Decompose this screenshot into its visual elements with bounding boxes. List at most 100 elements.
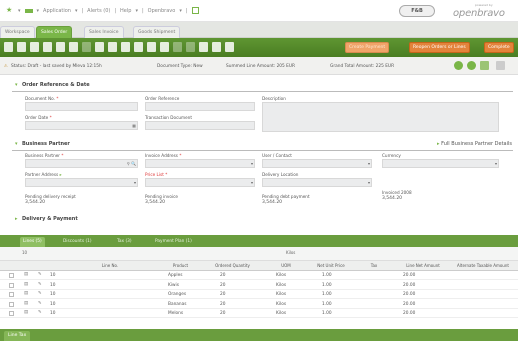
transaction-document-field[interactable]	[145, 121, 255, 130]
sum-icon[interactable]	[134, 42, 143, 52]
expand-arrow-icon[interactable]: ▸	[15, 216, 18, 222]
dropdown-icon[interactable]: ▾	[251, 161, 253, 167]
collapse-arrow-icon[interactable]: ▾	[15, 82, 18, 88]
grid-icon[interactable]	[56, 42, 65, 52]
description-field[interactable]	[262, 102, 499, 132]
col-ordered-quantity[interactable]: Ordered Quantity	[205, 263, 260, 268]
document-icon[interactable]: ▤	[24, 301, 28, 306]
powered-by-text: powered by	[475, 3, 493, 7]
new-icon[interactable]	[4, 42, 13, 52]
edit-icon[interactable]: ✎	[38, 282, 42, 287]
search-icon[interactable]: ⚲ 🔍	[127, 161, 136, 167]
next-record-icon[interactable]	[467, 61, 476, 70]
info-icon[interactable]	[186, 42, 195, 52]
nav-application[interactable]: Application	[43, 8, 71, 14]
tab-discounts[interactable]: Discounts (1)	[60, 237, 95, 247]
full-bp-details-link[interactable]: ▸ Full Business Partner Details	[437, 141, 512, 147]
col-uom[interactable]: UOM	[271, 263, 301, 268]
dropdown-icon[interactable]: ▾	[495, 161, 497, 167]
currency-field[interactable]: ▾	[382, 159, 499, 168]
dropdown-icon[interactable]: ▾	[134, 180, 136, 186]
uom-filter[interactable]: Kilos	[286, 250, 295, 255]
notes-icon[interactable]	[173, 42, 182, 52]
delete-icon[interactable]	[43, 42, 52, 52]
nav-alerts[interactable]: Alerts (0)	[87, 8, 110, 14]
edit-icon[interactable]: ✎	[38, 272, 42, 277]
section-business-partner[interactable]: ▾ Business Partner ▸ Full Business Partn…	[0, 138, 518, 151]
tree-icon[interactable]	[199, 42, 208, 52]
order-date-field[interactable]: ▦	[25, 121, 138, 130]
dropdown-icon[interactable]: ▾	[368, 180, 370, 186]
edit-icon[interactable]: ✎	[38, 291, 42, 296]
email-icon[interactable]	[82, 42, 91, 52]
audit-icon[interactable]	[160, 42, 169, 52]
row-checkbox[interactable]	[9, 282, 14, 288]
delivery-location-field[interactable]: ▾	[262, 178, 372, 187]
refresh-icon[interactable]	[225, 42, 234, 52]
business-partner-field[interactable]: ⚲ 🔍	[25, 159, 138, 168]
tab-sales-invoice[interactable]: Sales Invoice	[84, 26, 124, 38]
tab-payment-plan[interactable]: Payment Plan (1)	[152, 237, 195, 247]
user-contact-field[interactable]: ▾	[262, 159, 372, 168]
document-icon[interactable]: ▤	[24, 282, 28, 287]
grid-view-icon[interactable]	[480, 61, 489, 70]
table-row[interactable]: ▤ ✎ 10 Apples 20 Kilos 1.00 20.00	[0, 271, 518, 280]
table-row[interactable]: ▤ ✎ 10 Melons 20 Kilos 1.00 20.00	[0, 309, 518, 318]
dropdown-icon[interactable]: ▾	[368, 161, 370, 167]
partner-address-field[interactable]: ▾	[25, 178, 138, 187]
document-no-field[interactable]	[25, 102, 138, 111]
col-tax[interactable]: Tax	[364, 263, 384, 268]
order-reference-field[interactable]	[145, 102, 255, 111]
star-icon[interactable]: ★	[6, 7, 14, 14]
invoice-address-field[interactable]: ▾	[145, 159, 255, 168]
tab-lines[interactable]: Lines (5)	[20, 237, 45, 247]
edit-icon[interactable]: ✎	[38, 301, 42, 306]
calendar-icon[interactable]: ▦	[132, 123, 136, 129]
warning-icon: ⚠	[4, 64, 8, 69]
tab-line-tax[interactable]: Line Tax	[4, 331, 31, 341]
complete-button[interactable]: Complete	[484, 42, 514, 53]
undo-icon[interactable]	[30, 42, 39, 52]
edit-icon[interactable]: ✎	[38, 310, 42, 315]
tab-goods-shipment[interactable]: Goods Shipment	[133, 26, 181, 38]
col-product[interactable]: Product	[163, 263, 198, 268]
col-alternate-taxable-amount[interactable]: Alternate Taxable Amount	[449, 263, 517, 268]
close-icon[interactable]	[496, 61, 505, 70]
price-list-field[interactable]: ▾	[145, 178, 255, 187]
row-checkbox[interactable]	[9, 301, 14, 307]
document-icon[interactable]: ▤	[24, 291, 28, 296]
table-row[interactable]: ▤ ✎ 10 Oranges 20 Kilos 1.00 20.00	[0, 290, 518, 299]
row-checkbox[interactable]	[9, 292, 14, 297]
col-net-unit-price[interactable]: Net Unit Price	[307, 263, 355, 268]
export-icon[interactable]	[121, 42, 130, 52]
window-icon[interactable]	[191, 7, 199, 14]
table-row[interactable]: ▤ ✎ 10 Kiwis 20 Kilos 1.00 20.00	[0, 281, 518, 290]
tab-workspace[interactable]: Workspace	[0, 26, 35, 38]
save-icon[interactable]	[17, 42, 26, 52]
row-checkbox[interactable]	[9, 273, 14, 278]
menu-icon[interactable]	[24, 8, 33, 13]
attach-icon[interactable]	[95, 42, 104, 52]
report-icon[interactable]	[147, 42, 156, 52]
print-icon[interactable]	[69, 42, 78, 52]
prev-record-icon[interactable]	[454, 61, 463, 70]
dropdown-icon[interactable]: ▾	[251, 180, 253, 186]
favorite-icon[interactable]	[212, 42, 221, 52]
reopen-orders-button[interactable]: Reopen Orders or Lines	[409, 42, 470, 53]
col-line-net-amount[interactable]: Line Net Amount	[398, 263, 448, 268]
table-row[interactable]: ▤ ✎ 10 Bananas 20 Kilos 1.00 20.00	[0, 300, 518, 309]
document-icon[interactable]: ▤	[24, 272, 28, 277]
tab-tax[interactable]: Tax (3)	[114, 237, 135, 247]
nav-help[interactable]: Help	[120, 8, 131, 14]
user-badge[interactable]: F&B	[399, 5, 435, 17]
tab-sales-order[interactable]: Sales Order	[36, 26, 73, 38]
collapse-arrow-icon[interactable]: ▾	[15, 141, 18, 147]
document-icon[interactable]: ▤	[24, 310, 28, 315]
col-line-no[interactable]: Line No.	[90, 263, 130, 268]
nav-openbravo[interactable]: Openbravo	[148, 8, 176, 14]
row-checkbox[interactable]	[9, 311, 14, 316]
section-delivery-payment[interactable]: ▸ Delivery & Payment	[0, 213, 518, 226]
create-payment-button[interactable]: Create Payment	[345, 42, 390, 53]
link-icon[interactable]	[108, 42, 117, 52]
section-order-reference[interactable]: ▾ Order Reference & Date	[0, 79, 518, 92]
